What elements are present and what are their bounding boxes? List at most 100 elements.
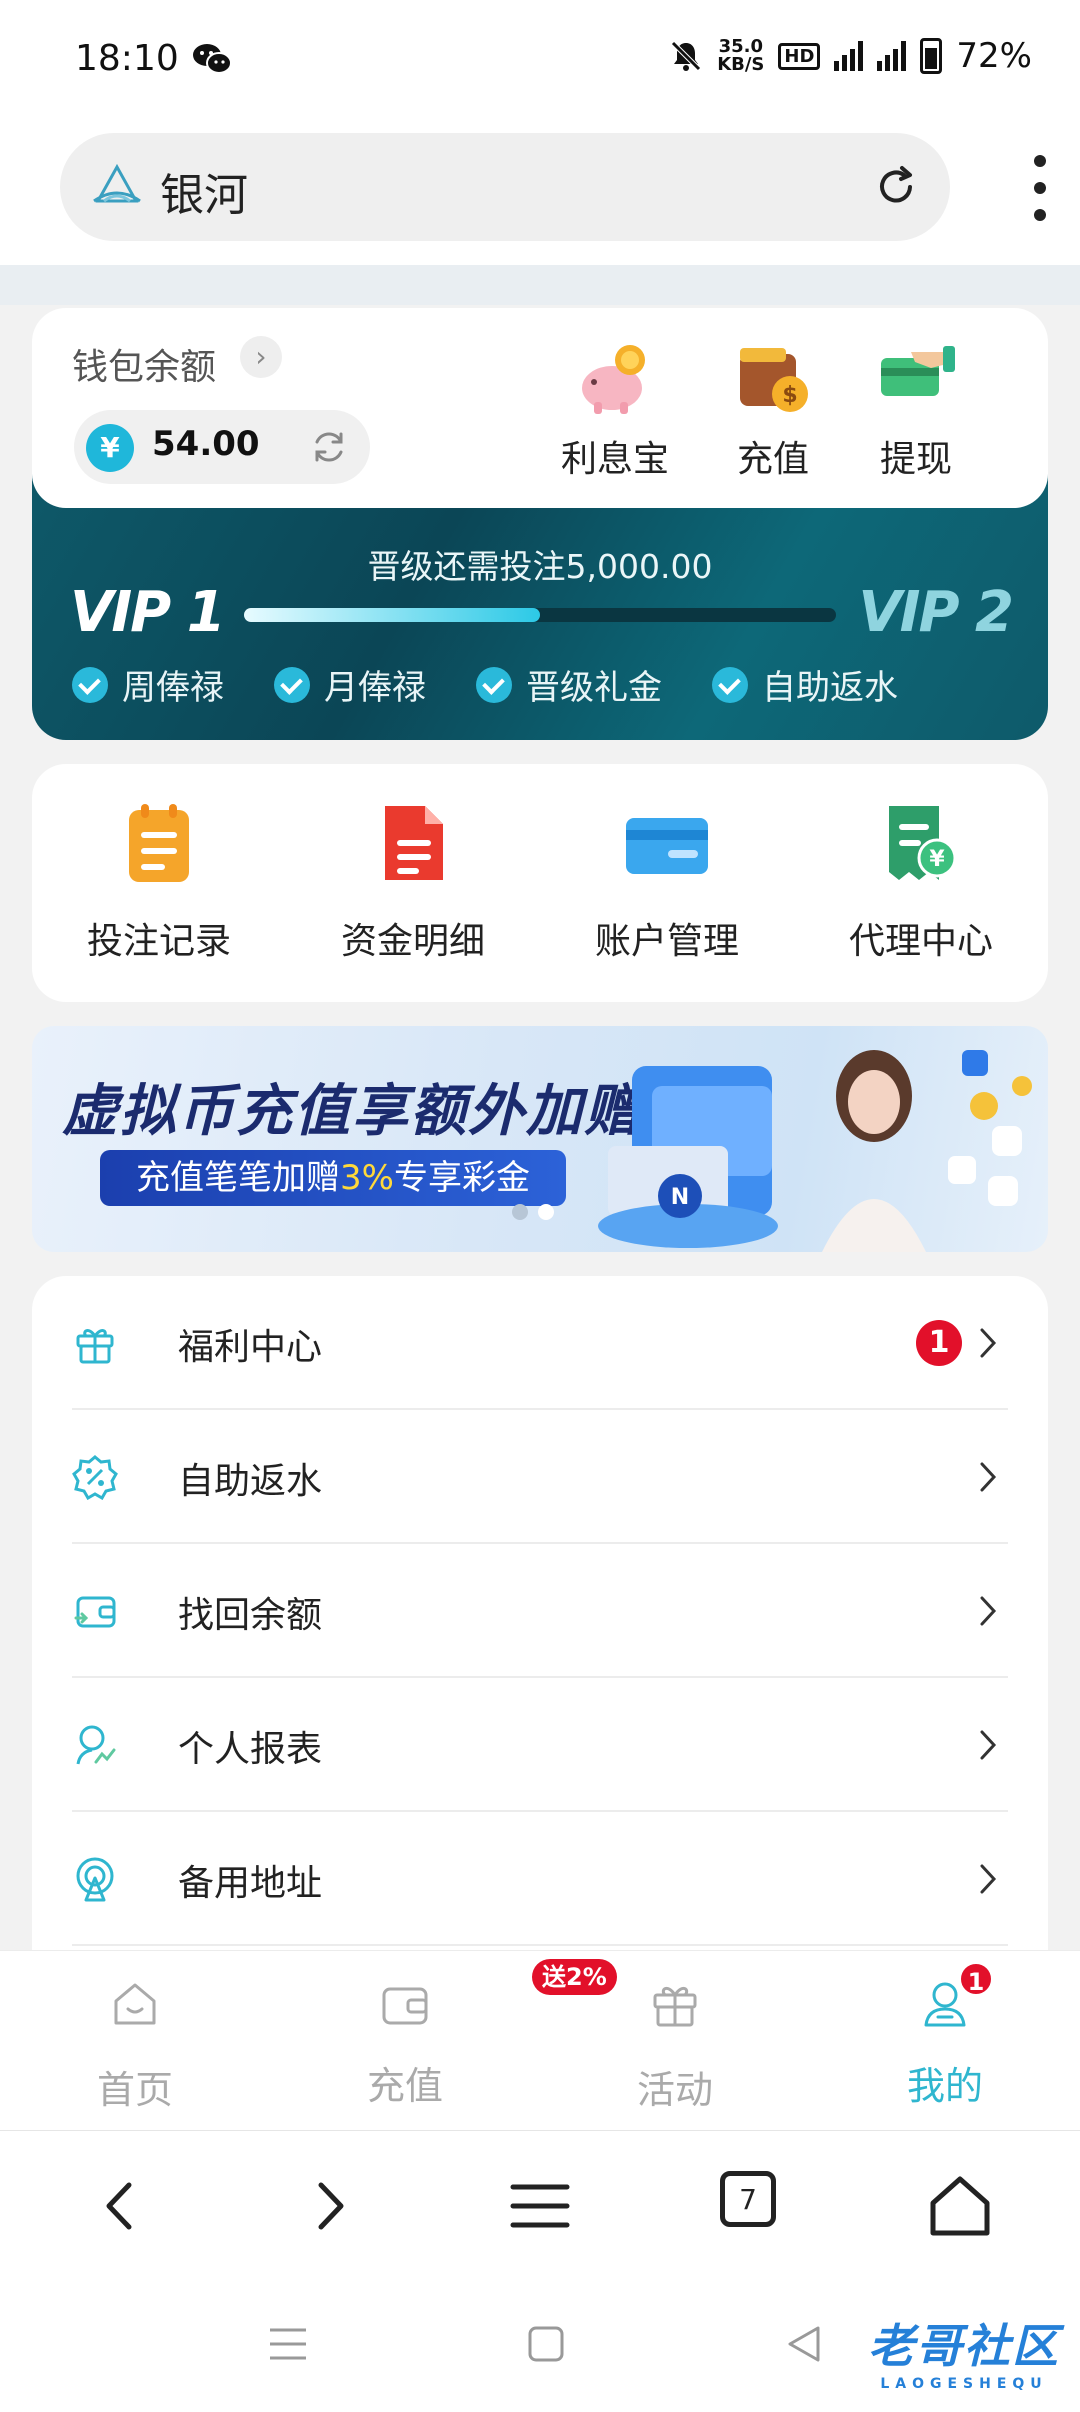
clipboard-icon <box>129 804 189 882</box>
status-bar: 18:10 35.0 KB/S HD 72% <box>0 0 1080 125</box>
site-name: 银河 <box>160 170 248 221</box>
chevron-right-icon <box>980 1328 997 1358</box>
signal-5g-2-icon <box>877 41 907 71</box>
promo-banner[interactable]: 虚拟币充值享额外加赠 充值笔笔加赠3%专享彩金 N <box>32 1026 1048 1252</box>
vip-perk-label: 月俸禄 <box>324 668 426 708</box>
tab-label: 活动 <box>636 2068 713 2112</box>
menu-icon[interactable] <box>505 2171 575 2241</box>
list-item-label: 找回余额 <box>178 1595 323 1636</box>
quick-menu-label: 投注记录 <box>86 921 231 962</box>
banner-subtitle-suffix: 专享彩金 <box>393 1158 530 1198</box>
chevron-right-icon <box>980 1596 997 1626</box>
check-icon <box>476 666 512 703</box>
tab-label: 充值 <box>366 2064 443 2108</box>
header-strip <box>0 265 1080 305</box>
recent-apps-icon[interactable] <box>266 2322 310 2366</box>
status-time: 18:10 <box>75 38 179 79</box>
wallet-coin-icon: $ <box>740 348 808 412</box>
vip-next-level: VIP 2 <box>858 580 1014 645</box>
banner-pager <box>512 1204 554 1220</box>
vip-perk: 晋级礼金 <box>476 660 662 709</box>
watermark-sub: LAOGESHEQU <box>880 2376 1048 2392</box>
vip-current-level: VIP 1 <box>70 580 226 645</box>
vip-perk-label: 自助返水 <box>762 668 898 708</box>
wallet-action-label: 提现 <box>879 439 952 480</box>
bank-card-icon <box>626 818 708 874</box>
wallet-title: 钱包余额 <box>72 347 217 388</box>
banner-subtitle-prefix: 充值笔笔加赠 <box>136 1158 341 1198</box>
list-item-backup-address[interactable]: 备用地址 <box>72 1812 1008 1946</box>
quick-menu-label: 资金明细 <box>340 921 485 962</box>
recharge-button[interactable]: $ 充值 <box>703 338 843 488</box>
tabs-switcher-button[interactable]: 7 <box>720 2171 790 2241</box>
account-management-button[interactable]: 账户管理 <box>540 800 794 964</box>
wallet-balance: 54.00 <box>152 424 260 464</box>
svg-text:¥: ¥ <box>929 847 945 872</box>
back-triangle-icon[interactable] <box>782 2322 826 2366</box>
wallet-action-label: 利息宝 <box>560 439 669 480</box>
reload-icon[interactable] <box>872 163 920 211</box>
tab-recharge[interactable]: 送2% 充值 <box>270 1959 617 2110</box>
site-logo-icon <box>93 163 141 203</box>
quick-menu: 投注记录 资金明细 账户管理 ¥ 代理中心 <box>32 764 1048 1002</box>
broadcast-icon <box>76 1857 114 1902</box>
list-item-personal-report[interactable]: 个人报表 <box>72 1678 1008 1812</box>
svg-text:$: $ <box>782 383 797 408</box>
tab-label: 我的 <box>906 2064 983 2108</box>
pager-dot[interactable] <box>512 1204 528 1220</box>
signal-5g-icon <box>834 41 864 71</box>
piggy-bank-icon <box>582 345 645 414</box>
banner-title: 虚拟币充值享额外加赠 <box>62 1079 642 1144</box>
pager-dot-active[interactable] <box>538 1204 554 1220</box>
watermark-logo: 老哥社区 LAOGESHEQU <box>868 2310 1060 2392</box>
bottom-tab-bar: 首页 送2% 充值 活动 1 我的 <box>0 1950 1080 2130</box>
banner-coin-label: N <box>671 1185 689 1210</box>
net-speed: 35.0 KB/S <box>717 38 764 74</box>
net-speed-unit: KB/S <box>717 54 765 75</box>
list-item-label: 福利中心 <box>178 1327 323 1368</box>
tab-label: 首页 <box>96 2068 173 2112</box>
home-icon[interactable] <box>925 2171 995 2241</box>
list-item-recover-balance[interactable]: 找回余额 <box>72 1544 1008 1678</box>
list-item-self-rebate[interactable]: 自助返水 <box>72 1410 1008 1544</box>
wallet-return-icon <box>74 1596 116 1628</box>
back-icon[interactable] <box>85 2171 155 2241</box>
home-icon <box>114 1983 156 2025</box>
vip-perk: 自助返水 <box>712 660 898 709</box>
quick-menu-label: 代理中心 <box>848 921 993 962</box>
balance-pill: ¥ 54.00 <box>74 410 370 484</box>
more-menu-icon[interactable] <box>1030 155 1050 221</box>
tab-home[interactable]: 首页 <box>0 1977 270 2114</box>
fund-details-button[interactable]: 资金明细 <box>286 800 540 964</box>
check-icon <box>72 666 108 703</box>
interest-treasure-button[interactable]: 利息宝 <box>545 338 685 488</box>
home-square-icon[interactable] <box>524 2322 568 2366</box>
bet-records-button[interactable]: 投注记录 <box>32 800 286 964</box>
tab-count: 7 <box>720 2171 776 2227</box>
quick-menu-label: 账户管理 <box>594 921 739 962</box>
list-item-label: 个人报表 <box>178 1729 323 1770</box>
list-item-welfare-center[interactable]: 福利中心 1 <box>72 1276 1008 1410</box>
check-icon <box>712 666 748 703</box>
list-item-label: 自助返水 <box>178 1461 323 1502</box>
list-item-label: 备用地址 <box>178 1863 323 1904</box>
banner-subtitle: 充值笔笔加赠3%专享彩金 <box>100 1150 566 1206</box>
tab-mine[interactable]: 1 我的 <box>810 1961 1080 2110</box>
agent-center-button[interactable]: ¥ 代理中心 <box>794 800 1048 964</box>
watermark-text: 老哥社区 <box>868 2319 1060 2373</box>
vip-perk-label: 周俸禄 <box>122 668 224 708</box>
vip-perk: 周俸禄 <box>72 660 224 709</box>
refresh-icon[interactable] <box>308 426 350 468</box>
chevron-right-icon[interactable]: › <box>240 336 282 378</box>
address-field[interactable]: 银河 <box>60 133 950 241</box>
withdraw-button[interactable]: 提现 <box>846 338 986 488</box>
wallet-icon: 送2% <box>378 1959 617 2031</box>
browser-address-bar: 银河 <box>0 125 1080 265</box>
yen-icon: ¥ <box>86 424 134 472</box>
vip-progress-fill <box>244 608 540 622</box>
tab-activities[interactable]: 活动 <box>540 1977 810 2114</box>
vip-perk: 月俸禄 <box>274 660 426 709</box>
forward-icon[interactable] <box>295 2171 365 2241</box>
user-icon: 1 <box>918 1961 994 2031</box>
chevron-right-icon <box>980 1730 997 1760</box>
